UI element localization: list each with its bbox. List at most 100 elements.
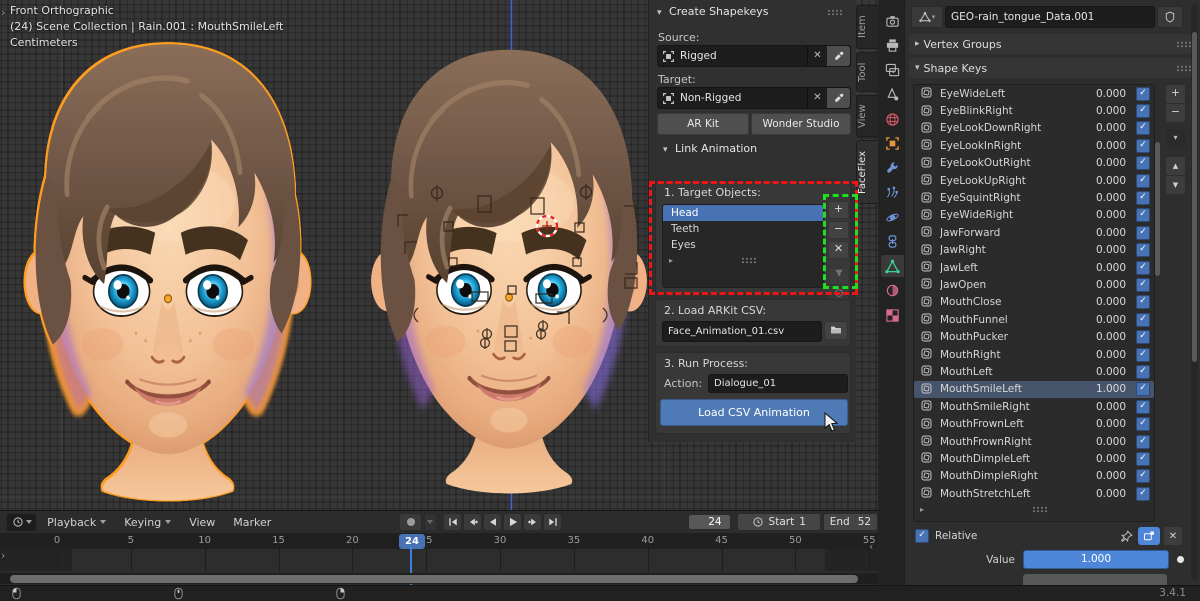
folder-icon[interactable] [824,321,848,340]
shape-key-row[interactable]: EyeSquintRight0.000✓ [914,189,1154,206]
shape-key-checkbox[interactable]: ✓ [1136,313,1150,327]
shape-key-checkbox[interactable]: ✓ [1136,295,1150,309]
shape-key-list[interactable]: EyeWideLeft0.000✓EyeBlinkRight0.000✓EyeL… [913,84,1155,522]
menu-keying[interactable]: Keying [124,516,171,529]
action-field[interactable]: Dialogue_01 [708,374,848,393]
timeline-ruler[interactable]: 0510152025303540455055 [0,533,878,550]
keying-set-dropdown[interactable] [424,513,437,531]
particles-properties-tab-icon[interactable] [881,182,904,204]
shape-key-row[interactable]: EyeLookOutRight0.000✓ [914,155,1154,172]
list-footer[interactable]: ▸ [914,502,1154,516]
shape-key-row[interactable]: MouthSmileLeft1.000✓ [914,381,1154,398]
shape-key-checkbox[interactable]: ✓ [1136,156,1150,170]
list-grip-icon[interactable] [1032,506,1047,513]
object-data-properties-tab-icon[interactable] [881,255,904,277]
expand-icon[interactable]: ▸ [920,505,924,514]
ruler-collapse-arrow[interactable]: ‹ [869,540,873,553]
constraints-properties-tab-icon[interactable] [881,231,904,253]
shape-key-row[interactable]: MouthRight0.000✓ [914,346,1154,363]
shape-key-checkbox[interactable]: ✓ [1136,382,1150,396]
next-keyframe-button[interactable] [523,513,542,531]
shape-key-checkbox[interactable]: ✓ [1136,330,1150,344]
csv-file-field[interactable]: Face_Animation_01.csv [662,321,822,342]
shape-key-row[interactable]: EyeBlinkRight0.000✓ [914,102,1154,119]
shape-key-row[interactable]: JawRight0.000✓ [914,242,1154,259]
shape-key-row[interactable]: MouthDimpleRight0.000✓ [914,468,1154,485]
render-properties-tab-icon[interactable] [881,10,904,32]
shape-key-checkbox[interactable]: ✓ [1136,121,1150,135]
link-animation-header[interactable]: ▾ Link Animation [663,142,757,155]
timeline-scrollbar-handle[interactable] [10,575,858,583]
menu-playback[interactable]: Playback [47,516,106,529]
shapekey-edit-mode-toggle[interactable] [1138,527,1160,545]
shape-key-value[interactable]: 0.000 [1082,140,1126,152]
shape-key-checkbox[interactable]: ✓ [1136,191,1150,205]
frame-start-field[interactable]: Start 1 [737,513,821,531]
shape-key-value[interactable]: 0.000 [1082,314,1126,326]
shape-key-value[interactable]: 0.000 [1082,209,1126,221]
playhead-frame-label[interactable]: 24 [399,534,425,549]
shape-key-value[interactable]: 0.000 [1082,157,1126,169]
shape-key-row[interactable]: MouthLeft0.000✓ [914,363,1154,380]
add-shapekey-button[interactable]: + [1165,84,1186,104]
specials-menu-button[interactable]: ▾ [1165,128,1186,148]
object-properties-tab-icon[interactable] [881,133,904,155]
shape-key-row[interactable]: JawLeft0.000✓ [914,259,1154,276]
jump-to-start-button[interactable] [443,513,462,531]
timeline-scrollbar[interactable] [0,573,878,584]
ar-kit-button[interactable]: AR Kit [657,113,749,135]
region-expand-arrow[interactable]: › [1,6,5,19]
shape-key-value[interactable]: 0.000 [1082,436,1126,448]
sidebar-tab-item[interactable]: Item [856,5,878,49]
shape-key-row[interactable]: MouthStretchLeft0.000✓ [914,485,1154,502]
shape-key-row[interactable]: EyeWideRight0.000✓ [914,207,1154,224]
jump-to-end-button[interactable] [543,513,562,531]
move-up-button[interactable]: ▲ [1165,156,1186,176]
shape-key-checkbox[interactable]: ✓ [1136,226,1150,240]
clear-button[interactable]: ✕ [807,46,827,66]
shape-key-checkbox[interactable]: ✓ [1136,452,1150,466]
shape-key-value[interactable]: 0.000 [1082,366,1126,378]
shape-key-value[interactable]: 0.000 [1082,470,1126,482]
shape-key-row[interactable]: MouthFrownRight0.000✓ [914,433,1154,450]
channel-expand-arrow[interactable]: › [1,549,5,562]
properties-scrollbar-handle[interactable] [1192,32,1197,362]
view-layer-properties-tab-icon[interactable] [881,59,904,81]
shape-key-checkbox[interactable]: ✓ [1136,365,1150,379]
shape-key-value[interactable]: 0.000 [1082,418,1126,430]
head-rigged[interactable] [26,44,311,500]
shape-key-value[interactable]: 0.000 [1082,349,1126,361]
datablock-name-field[interactable]: GEO-rain_tongue_Data.001 [945,6,1155,28]
shape-key-checkbox[interactable]: ✓ [1136,104,1150,118]
fake-user-shield-icon[interactable] [1157,6,1183,28]
value-slider[interactable]: 1.000 [1023,550,1169,569]
panel-grip-icon[interactable] [1176,65,1191,72]
shape-key-checkbox[interactable]: ✓ [1136,261,1150,275]
source-field[interactable]: Rigged ✕ [657,45,851,67]
shape-key-value[interactable]: 0.000 [1082,262,1126,274]
pin-icon[interactable] [1117,527,1135,545]
head-non-rigged[interactable] [371,50,647,494]
current-frame-field[interactable]: 24 [688,514,731,530]
sidebar-tab-faceflex[interactable]: FaceFlex [856,140,878,204]
menu-marker[interactable]: Marker [233,516,271,529]
shape-key-row[interactable]: JawForward0.000✓ [914,224,1154,241]
shape-key-value[interactable]: 0.000 [1082,488,1126,500]
shape-key-row[interactable]: MouthPucker0.000✓ [914,328,1154,345]
shape-key-value[interactable]: 0.000 [1082,192,1126,204]
previous-keyframe-button[interactable] [463,513,482,531]
shape-key-checkbox[interactable]: ✓ [1136,417,1150,431]
editor-type-button[interactable] [6,513,37,532]
panel-grip-icon[interactable] [1176,41,1191,48]
target-field[interactable]: Non-Rigged ✕ [657,87,851,109]
shape-key-checkbox[interactable]: ✓ [1136,487,1150,501]
list-scrollbar[interactable] [1155,142,1160,276]
shape-key-row[interactable]: MouthClose0.000✓ [914,294,1154,311]
shape-key-checkbox[interactable]: ✓ [1136,243,1150,257]
shape-key-row[interactable]: EyeLookDownRight0.000✓ [914,120,1154,137]
shape-keys-header[interactable]: ▾ Shape Keys [909,58,1197,78]
shape-key-checkbox[interactable]: ✓ [1136,208,1150,222]
shape-key-value[interactable]: 0.000 [1082,122,1126,134]
mesh-data-icon[interactable]: ▾ [911,6,943,28]
shape-key-value[interactable]: 0.000 [1082,279,1126,291]
